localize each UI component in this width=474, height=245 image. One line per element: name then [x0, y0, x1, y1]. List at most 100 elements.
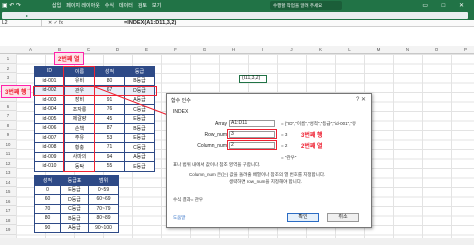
- row-header[interactable]: 6: [0, 101, 16, 111]
- row-header[interactable]: 1: [0, 54, 16, 64]
- row-header[interactable]: 14: [0, 177, 16, 187]
- row-header[interactable]: 15: [0, 187, 16, 197]
- table-cell[interactable]: id-010: [34, 161, 65, 172]
- table-cell[interactable]: 0: [34, 184, 61, 195]
- table-cell[interactable]: 55: [94, 161, 125, 172]
- ok-button[interactable]: 확인: [287, 213, 319, 222]
- fx-icon[interactable]: ✕ ✓ fx: [48, 20, 63, 27]
- row-header[interactable]: 17: [0, 206, 16, 216]
- column-header-h[interactable]: H: [219, 46, 248, 54]
- column-header-e[interactable]: E: [132, 46, 161, 54]
- dialog-close-icon[interactable]: ? ✕: [356, 96, 366, 103]
- dialog-column-annotation: 2번째 열: [301, 144, 323, 150]
- window-buttons[interactable]: ▭ □ ✕: [422, 2, 470, 9]
- table-cell[interactable]: 70: [34, 203, 61, 214]
- column-annotation: 2번째 열: [54, 52, 84, 65]
- table-cell[interactable]: 60: [34, 194, 61, 205]
- row-header[interactable]: 10: [0, 139, 16, 149]
- tell-me-search[interactable]: 수행할 작업을 알려 주세요: [270, 1, 342, 10]
- row-header[interactable]: 2: [0, 63, 16, 73]
- table-cell[interactable]: E등급: [60, 184, 89, 195]
- column-header-d[interactable]: D: [103, 46, 132, 54]
- tab-review[interactable]: 검토: [138, 2, 147, 9]
- table-cell[interactable]: 70~79: [88, 203, 119, 214]
- table-cell[interactable]: id-009: [34, 151, 65, 162]
- arg-input-array[interactable]: A1:D11: [229, 120, 275, 127]
- column-header-m[interactable]: M: [364, 46, 393, 54]
- row-arrow-icon: →: [26, 86, 32, 92]
- column-b-highlight: [63, 66, 95, 172]
- cancel-button[interactable]: 취소: [327, 213, 359, 222]
- header-grade[interactable]: 등급: [124, 66, 155, 77]
- tab-view[interactable]: 보기: [152, 2, 161, 9]
- tab-data[interactable]: 데이터: [119, 2, 133, 9]
- formula-result: 수식 결과= 관우: [173, 197, 203, 202]
- row-header[interactable]: 19: [0, 225, 16, 235]
- formula-input[interactable]: =INDEX(A1:D11,3,2): [124, 20, 176, 27]
- column-header-n[interactable]: N: [393, 46, 422, 54]
- dialog-title: 함수 인수: [171, 98, 191, 104]
- header-score[interactable]: 성적: [34, 175, 61, 186]
- column-header-j[interactable]: J: [277, 46, 306, 54]
- table-cell[interactable]: A등급: [124, 151, 155, 162]
- name-box[interactable]: L2: [2, 20, 42, 27]
- column-header-l[interactable]: L: [335, 46, 364, 54]
- table-cell[interactable]: id-006: [34, 123, 65, 134]
- table-cell[interactable]: id-001: [34, 75, 65, 86]
- table-cell[interactable]: C등급: [60, 203, 89, 214]
- tab-formulas[interactable]: 수식: [105, 2, 114, 9]
- column-header-g[interactable]: G: [190, 46, 219, 54]
- header-range[interactable]: 범위: [88, 175, 119, 186]
- column-header-a[interactable]: A: [16, 46, 45, 54]
- table-cell[interactable]: id-004: [34, 104, 65, 115]
- table-cell[interactable]: 90: [34, 222, 61, 233]
- table-cell[interactable]: E등급: [124, 161, 155, 172]
- column-header-o[interactable]: O: [422, 46, 451, 54]
- row-header[interactable]: 3: [0, 73, 16, 83]
- column-header-f[interactable]: F: [161, 46, 190, 54]
- column-header-p[interactable]: P: [451, 46, 474, 54]
- function-arguments-dialog: 함수 인수 ? ✕ INDEX Array A1:D11 = {"ID","이름…: [166, 93, 372, 228]
- table-cell[interactable]: 94: [94, 151, 125, 162]
- table-cell[interactable]: C등급: [124, 142, 155, 153]
- column-header-i[interactable]: I: [248, 46, 277, 54]
- tab-page-layout[interactable]: 페이지 레이아웃: [66, 2, 100, 9]
- row-header[interactable]: 8: [0, 120, 16, 130]
- header-id[interactable]: ID: [34, 66, 65, 77]
- row-header[interactable]: 13: [0, 168, 16, 178]
- table-row: 70 C등급 70~79: [34, 203, 119, 214]
- table-cell[interactable]: 53: [94, 132, 125, 143]
- help-link[interactable]: 도움말: [173, 215, 185, 221]
- table-cell[interactable]: 60~69: [88, 194, 119, 205]
- table-cell[interactable]: 80~89: [88, 213, 119, 224]
- row-header[interactable]: 12: [0, 158, 16, 168]
- arg-result-array: = {"ID","이름","성적","등급";"id-001","유: [281, 121, 357, 126]
- table-row: 80 B등급 80~89: [34, 213, 119, 224]
- header-grade-label[interactable]: 등급표: [60, 175, 89, 186]
- table-cell[interactable]: E등급: [124, 132, 155, 143]
- row-header[interactable]: 7: [0, 111, 16, 121]
- header-score[interactable]: 성적: [94, 66, 125, 77]
- table-cell[interactable]: D등급: [60, 194, 89, 205]
- row-header[interactable]: 11: [0, 149, 16, 159]
- table-cell[interactable]: id-003: [34, 94, 65, 105]
- active-cell[interactable]: (I11,3,2): [239, 75, 267, 83]
- row-header[interactable]: 18: [0, 215, 16, 225]
- table-cell[interactable]: 0~59: [88, 184, 119, 195]
- table-cell[interactable]: id-008: [34, 142, 65, 153]
- row-header[interactable]: 16: [0, 196, 16, 206]
- column-header-k[interactable]: K: [306, 46, 335, 54]
- table-cell[interactable]: 90~100: [88, 222, 119, 233]
- table-cell[interactable]: A등급: [60, 222, 89, 233]
- dialog-argument-help-2: 생략하면 row_num을 지정해야 합니다.: [229, 179, 303, 184]
- table-cell[interactable]: B등급: [60, 213, 89, 224]
- row-header[interactable]: 9: [0, 130, 16, 140]
- table-cell[interactable]: 71: [94, 142, 125, 153]
- function-name: INDEX: [173, 109, 189, 115]
- table-cell[interactable]: 80: [34, 213, 61, 224]
- table-cell[interactable]: id-005: [34, 113, 65, 124]
- quick-access-icons[interactable]: ▣ ↶ ↷: [2, 2, 21, 9]
- column-arg-highlight: [227, 140, 277, 150]
- tab-insert[interactable]: 삽입: [52, 2, 61, 9]
- table-cell[interactable]: id-007: [34, 132, 65, 143]
